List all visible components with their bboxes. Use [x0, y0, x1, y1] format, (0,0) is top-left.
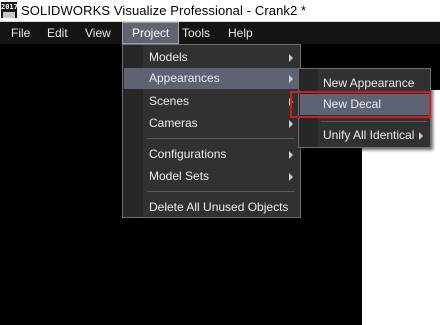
menu-item-models[interactable]: Models	[124, 47, 299, 68]
menu-separator	[321, 121, 427, 122]
menu-item-label: New Decal	[323, 97, 382, 111]
menu-item-scenes[interactable]: Scenes	[124, 91, 299, 112]
menu-item-delete-unused[interactable]: Delete All Unused Objects	[124, 197, 299, 218]
menu-item-unify-all-identical[interactable]: Unify All Identical	[300, 125, 429, 146]
appearances-submenu: New Appearance New Decal Unify All Ident…	[298, 68, 431, 148]
menu-item-label: Delete All Unused Objects	[149, 200, 289, 214]
menu-view[interactable]: View	[76, 22, 120, 44]
submenu-arrow-icon	[289, 98, 293, 106]
menu-tools[interactable]: Tools	[173, 22, 219, 44]
title-bar: 2017 SOLIDWORKS Visualize Professional -…	[0, 0, 440, 22]
submenu-arrow-icon	[289, 120, 293, 128]
menu-item-label: New Appearance	[323, 76, 415, 90]
menu-item-label: Unify All Identical	[323, 128, 415, 142]
submenu-arrow-icon	[289, 173, 293, 181]
menu-item-appearances[interactable]: Appearances	[124, 68, 299, 89]
menu-item-new-decal[interactable]: New Decal	[300, 94, 429, 115]
window-title: SOLIDWORKS Visualize Professional - Cran…	[21, 3, 307, 18]
menu-item-label: Configurations	[149, 147, 227, 161]
menu-item-model-sets[interactable]: Model Sets	[124, 166, 299, 187]
submenu-arrow-icon	[289, 75, 293, 83]
app-logo-icon: 2017	[1, 2, 18, 18]
menu-edit[interactable]: Edit	[38, 22, 77, 44]
submenu-arrow-icon	[289, 151, 293, 159]
menu-bar: File Edit View Project Tools Help	[0, 22, 440, 44]
menu-file[interactable]: File	[2, 22, 39, 44]
submenu-arrow-icon	[419, 132, 423, 140]
submenu-arrow-icon	[289, 54, 293, 62]
project-dropdown-menu: Models Appearances Scenes Cameras Config…	[122, 44, 301, 218]
menu-item-cameras[interactable]: Cameras	[124, 113, 299, 134]
menu-item-configurations[interactable]: Configurations	[124, 144, 299, 165]
menu-item-new-appearance[interactable]: New Appearance	[300, 73, 429, 94]
menu-separator	[147, 191, 295, 192]
menu-item-label: Scenes	[149, 94, 190, 108]
menu-item-label: Appearances	[149, 71, 220, 85]
menu-item-label: Cameras	[149, 116, 198, 130]
menu-item-label: Models	[149, 50, 188, 64]
menu-help[interactable]: Help	[219, 22, 262, 44]
menu-separator	[147, 138, 295, 139]
menu-project[interactable]: Project	[122, 22, 180, 44]
menu-item-label: Model Sets	[149, 169, 210, 183]
